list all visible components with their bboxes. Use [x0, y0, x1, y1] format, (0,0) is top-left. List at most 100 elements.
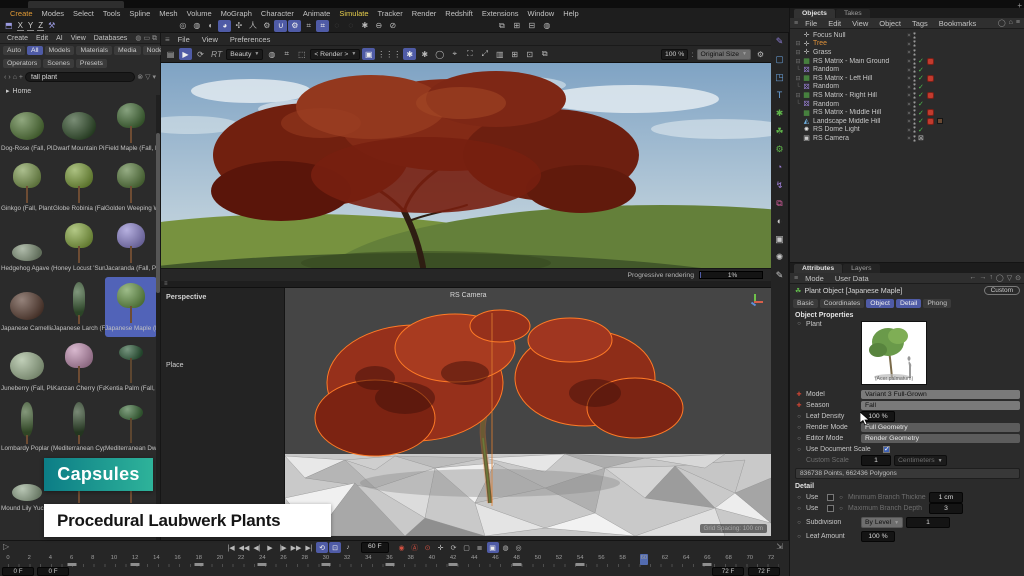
keyframe-selection-icon[interactable]: ▣ [487, 542, 499, 553]
object-row[interactable]: ⊟ Grass ✓ ⊠ ⚑ ⚑ [790, 48, 1024, 57]
dim-gear-icon[interactable]: ◌ [344, 20, 357, 32]
object-name[interactable]: RS Matrix - Middle Hill [813, 109, 905, 116]
back-icon[interactable]: ‹ [4, 74, 6, 81]
panel-tab[interactable]: Objects [794, 9, 835, 18]
param-dot-icon[interactable]: ○ [795, 425, 803, 431]
visibility-dots[interactable] [913, 135, 916, 142]
visibility-dots[interactable] [913, 101, 916, 108]
keyframe-dot-icon[interactable]: ✚ [795, 391, 803, 398]
object-row[interactable]: └ Random ✓ ⊠ ⚑ ⚑ [790, 83, 1024, 92]
size-dropdown[interactable]: Original Size▼ [697, 49, 751, 60]
menu-item[interactable]: Preferences [226, 35, 274, 44]
visibility-dots[interactable] [913, 40, 916, 47]
add-icon[interactable]: + [19, 74, 23, 81]
menu-item[interactable]: Animate [299, 9, 335, 18]
menu-item[interactable]: Render [408, 9, 441, 18]
field-icon[interactable]: ⧉ [776, 199, 782, 208]
tree-expand-icon[interactable]: └ [794, 84, 802, 90]
search-icon[interactable]: ◯ [996, 274, 1004, 282]
layer-chip[interactable] [907, 42, 911, 46]
visibility-toggles[interactable] [907, 92, 916, 99]
render-view-image[interactable] [161, 63, 771, 268]
viewport-name-label[interactable]: Perspective [166, 292, 206, 301]
browser-tab[interactable]: Media [114, 46, 141, 55]
plant-item[interactable]: Ginkgo (Fall, Plant) [1, 157, 53, 217]
dim-circle-icon[interactable]: ◌ [330, 20, 343, 32]
object-row[interactable]: RS Matrix - Middle Hill ✓ ⊠ ⚑ ⚑ [790, 108, 1024, 117]
plant-item[interactable]: Japanese Larch (Fall, Pl... [53, 277, 105, 337]
add-icon[interactable]: ⊞ [508, 48, 521, 60]
redshift-tag-icon[interactable] [927, 75, 934, 82]
timeline-mode-icon[interactable]: ▷ [3, 542, 9, 551]
enabled-check-icon[interactable]: ✓ [918, 66, 924, 74]
object-row[interactable]: RS Camera ✓ ⊠ ⚑ ⚑ [790, 134, 1024, 143]
menu-item[interactable]: Help [559, 9, 582, 18]
search-icon[interactable]: ◯ [998, 19, 1006, 27]
attribute-tab[interactable]: Object [866, 299, 894, 308]
object-row[interactable]: ⊟ Tree ✓ ⊠ ⚑ ⚑ [790, 40, 1024, 49]
plant-item[interactable]: Jacaranda (Fall, Plant) [105, 217, 156, 277]
menu-item[interactable]: AI [53, 35, 66, 42]
render-mode-dropdown[interactable]: Full Geometry [861, 423, 1020, 432]
environment-icon[interactable]: ◐ [777, 217, 782, 226]
restart-render-icon[interactable]: ⟳ [194, 48, 207, 60]
next-key-icon[interactable]: ▶▶ [290, 542, 302, 553]
cube-primitive-icon[interactable]: ◳ [775, 73, 784, 82]
scrollbar-thumb[interactable] [156, 133, 160, 293]
leaf-amount-field[interactable]: 100 % [861, 531, 895, 542]
plant-item[interactable]: Dog-Rose (Fall, Plant) [1, 97, 53, 157]
visibility-toggles[interactable] [907, 40, 916, 47]
grid-icon[interactable]: ⌗ [280, 48, 293, 60]
subdivision-surface-icon[interactable]: ✱ [776, 109, 784, 118]
shaded-sphere-icon[interactable]: ◕ [218, 20, 231, 32]
enabled-check-icon[interactable]: ✓ [918, 117, 924, 125]
generator-gear-icon[interactable]: ⚙ [775, 145, 783, 154]
record-position-icon[interactable]: ✛ [435, 542, 447, 553]
axis-lock-button[interactable]: X [17, 21, 24, 31]
visibility-dots[interactable] [913, 92, 916, 99]
layer-chip[interactable] [907, 102, 911, 106]
menu-item[interactable]: Simulate [335, 9, 372, 18]
menu-item[interactable]: Modes [38, 9, 69, 18]
compare-icon[interactable]: ⤢ [478, 48, 491, 60]
subdivision-field[interactable]: 1 [906, 517, 950, 528]
use-document-scale-checkbox[interactable] [883, 446, 890, 453]
start-ipr-icon[interactable]: ▶ [179, 48, 192, 60]
menu-item[interactable]: MoGraph [217, 9, 256, 18]
scale-unit-dropdown[interactable]: Centimeters▼ [894, 455, 947, 466]
viewport-side-area[interactable]: Perspective Place [161, 288, 285, 536]
cloner-icon[interactable]: ☘ [775, 127, 783, 136]
max-branch-field[interactable]: 3 [929, 503, 963, 514]
tree-expand-icon[interactable]: ⊟ [794, 75, 802, 82]
record-scale-icon[interactable]: ▢ [461, 542, 473, 553]
browser-scrollbar[interactable] [156, 95, 160, 540]
grid-plus-icon[interactable]: ⌗ [316, 20, 329, 32]
menu-item[interactable]: Tracker [374, 9, 407, 18]
menu-item[interactable]: Tools [99, 9, 125, 18]
magnet-gear-icon[interactable]: ⚙ [288, 20, 301, 32]
document-tab[interactable] [28, 1, 124, 8]
enabled-check-icon[interactable]: ✓ [918, 126, 924, 134]
menu-item[interactable]: View [198, 35, 222, 44]
param-dot-icon[interactable]: ○ [795, 321, 803, 327]
object-name[interactable]: Random [813, 83, 905, 90]
visibility-dots[interactable] [913, 49, 916, 56]
filter-icon[interactable]: ▽ [145, 73, 150, 81]
menu-item[interactable]: Tags [908, 19, 932, 28]
paw-icon[interactable]: ✣ [232, 20, 245, 32]
visibility-toggles[interactable] [907, 118, 916, 125]
snapshot-icon[interactable]: ▤ [164, 48, 177, 60]
plant-item[interactable]: Mediterranean Dwarf ... [105, 397, 156, 457]
axis-lock-button[interactable]: Z [37, 21, 44, 31]
enabled-check-icon[interactable]: ✓ [918, 57, 924, 65]
layer-chip[interactable] [907, 33, 911, 37]
grid-icon[interactable]: ⌗ [302, 20, 315, 32]
menu-item[interactable]: Mesh [155, 9, 181, 18]
hamburger-icon[interactable]: ≡ [794, 275, 798, 282]
plant-item[interactable]: Globe Robinia (Fall, Pl... [53, 157, 105, 217]
tree-expand-icon[interactable]: └ [794, 101, 802, 107]
attribute-tab[interactable]: Detail [896, 299, 921, 308]
object-row[interactable]: ⊟ RS Matrix - Left Hill ✓ ⊠ ⚑ ⚑ [790, 74, 1024, 83]
menu-item[interactable]: Character [257, 9, 298, 18]
globe-icon[interactable]: ◍ [540, 20, 553, 32]
